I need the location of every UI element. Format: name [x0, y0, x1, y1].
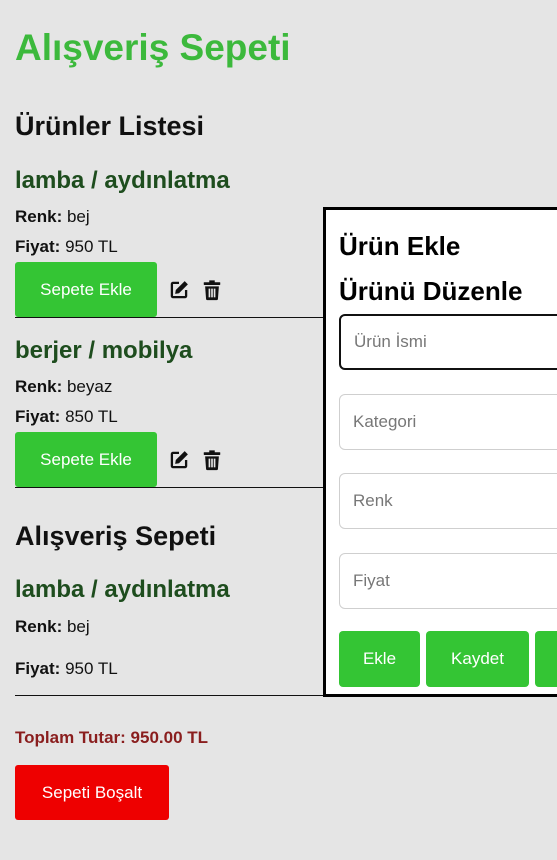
add-to-cart-button[interactable]: Sepete Ekle: [15, 262, 157, 317]
add-product-title: Ürün Ekle: [339, 231, 461, 261]
product-form-panel: Ürün Ekle Ürünü Düzenle Ekle Kaydet: [323, 207, 557, 697]
price-value: 950 TL: [65, 237, 118, 256]
color-value: bej: [66, 617, 90, 636]
cart-item-name: lamba / aydınlatma: [15, 576, 230, 603]
product-price: Fiyat: 950 TL: [15, 236, 118, 258]
edit-icon[interactable]: [168, 449, 190, 471]
color-label: Renk:: [15, 377, 63, 396]
color-input[interactable]: [339, 473, 557, 529]
product-color: Renk: beyaz: [15, 376, 112, 398]
cart-total: Toplam Tutar: 950.00 TL: [15, 727, 208, 749]
edit-product-title: Ürünü Düzenle: [339, 276, 523, 306]
panel-extra-button[interactable]: [535, 631, 557, 687]
price-value: 850 TL: [65, 407, 118, 426]
cart-item-color: Renk: bej: [15, 616, 90, 638]
add-product-button[interactable]: Ekle: [339, 631, 420, 687]
shopping-cart-page: Alışveriş Sepeti Ürünler Listesi lamba /…: [0, 0, 557, 860]
total-label: Toplam Tutar:: [15, 728, 126, 747]
color-label: Renk:: [15, 617, 63, 636]
divider: [15, 487, 325, 488]
product-name-input[interactable]: [339, 314, 557, 370]
app-title: Alışveriş Sepeti: [15, 27, 291, 68]
product-name: berjer / mobilya: [15, 337, 193, 364]
divider: [15, 695, 325, 696]
price-input[interactable]: [339, 553, 557, 609]
price-value: 950 TL: [65, 659, 118, 678]
product-name: lamba / aydınlatma: [15, 167, 230, 194]
edit-icon[interactable]: [168, 279, 190, 301]
product-color: Renk: bej: [15, 206, 90, 228]
add-to-cart-button[interactable]: Sepete Ekle: [15, 432, 157, 487]
color-value: beyaz: [66, 377, 113, 396]
trash-icon[interactable]: [201, 449, 223, 471]
divider: [15, 317, 325, 318]
cart-section-title: Alışveriş Sepeti: [15, 521, 217, 551]
empty-cart-button[interactable]: Sepeti Boşalt: [15, 765, 169, 820]
total-value: 950.00 TL: [130, 728, 209, 747]
cart-item-price: Fiyat: 950 TL: [15, 658, 118, 680]
price-label: Fiyat:: [15, 407, 61, 426]
color-label: Renk:: [15, 207, 63, 226]
category-input[interactable]: [339, 394, 557, 450]
color-value: bej: [66, 207, 90, 226]
price-label: Fiyat:: [15, 659, 61, 678]
save-product-button[interactable]: Kaydet: [426, 631, 529, 687]
products-section-title: Ürünler Listesi: [15, 111, 205, 141]
price-label: Fiyat:: [15, 237, 61, 256]
trash-icon[interactable]: [201, 279, 223, 301]
product-price: Fiyat: 850 TL: [15, 406, 118, 428]
